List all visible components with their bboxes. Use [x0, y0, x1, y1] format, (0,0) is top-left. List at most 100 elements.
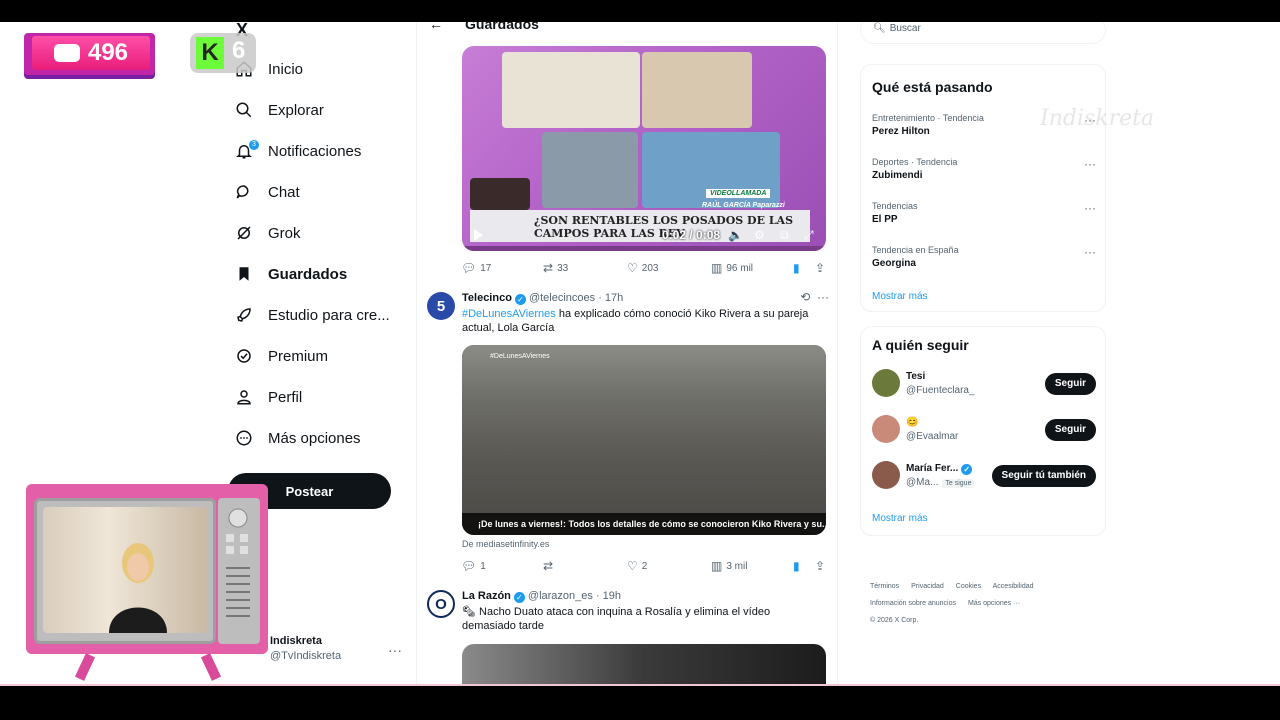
nav-item-explorar[interactable]: Explorar: [232, 94, 324, 126]
follow-name-row: María Fer... ✓: [906, 463, 975, 475]
retweet-button[interactable]: ⇄: [543, 559, 557, 573]
profile-more-button[interactable]: ···: [388, 642, 402, 658]
author-handle[interactable]: @telecincoes: [529, 292, 595, 304]
avatar[interactable]: [872, 461, 900, 489]
trend-item[interactable]: Deportes · Tendencia Zubimendi ···: [872, 157, 1096, 181]
bookmark-button[interactable]: ▮: [793, 559, 804, 573]
more-icon[interactable]: ···: [1084, 245, 1096, 259]
nav-label: Notificaciones: [268, 142, 362, 160]
nav-item-guardados[interactable]: Guardados: [232, 258, 347, 290]
avatar[interactable]: 5: [427, 292, 455, 320]
footer-link[interactable]: Más opciones ···: [968, 600, 1020, 607]
author-name[interactable]: La Razón: [462, 590, 511, 602]
nav-item-grok[interactable]: Grok: [232, 217, 301, 249]
volume-icon[interactable]: 🔈: [728, 228, 743, 242]
trend-item[interactable]: Tendencia en España Georgina ···: [872, 245, 1096, 269]
nav-item-notificaciones[interactable]: 3 Notificaciones: [232, 135, 361, 167]
follow-button[interactable]: Seguir: [1044, 373, 1096, 395]
follow-suggestion[interactable]: 😊 @Evaalmar Seguir: [872, 415, 1096, 445]
reply-icon: 💬︎: [461, 559, 477, 573]
trend-title: Georgina: [872, 258, 916, 269]
nav-item-chat[interactable]: Chat: [232, 176, 300, 208]
show-more-link[interactable]: Mostrar más: [872, 513, 928, 524]
follow-back-button[interactable]: Seguir tú también: [991, 465, 1096, 487]
premium-icon: [232, 344, 256, 368]
video-badge: VIDEOLLAMADA: [706, 189, 771, 198]
footer-link[interactable]: Información sobre anuncios: [870, 600, 956, 607]
nav-item-premium[interactable]: Premium: [232, 340, 328, 372]
profile-switcher[interactable]: Indiskreta @TvIndiskreta: [270, 635, 341, 662]
video-frame-tile: [642, 52, 752, 128]
author-handle[interactable]: @larazon_es: [528, 590, 593, 602]
bell-icon: 3: [232, 139, 259, 163]
share-button[interactable]: ⇪: [815, 559, 829, 573]
author-name[interactable]: Telecinco: [462, 292, 512, 304]
profile-name: Indiskreta: [270, 635, 322, 647]
views-button[interactable]: ▥ 3 mil: [711, 559, 747, 573]
like-button[interactable]: ♡ 2: [627, 559, 647, 573]
tweet-time: 17h: [604, 292, 624, 304]
share-icon: ⇪: [815, 261, 826, 275]
like-count: 203: [641, 262, 659, 274]
trends-title: Qué está pasando: [872, 79, 993, 95]
more-icon[interactable]: ···: [1084, 157, 1096, 171]
video-frame-tile: [542, 132, 638, 208]
retweet-icon: ⇄: [543, 559, 554, 573]
tweet-image[interactable]: [462, 644, 826, 684]
airport-photo: [462, 345, 826, 535]
bookmark-button[interactable]: ▮: [793, 261, 804, 275]
trend-meta: Deportes · Tendencia: [872, 157, 958, 167]
person-icon: [232, 385, 256, 409]
footer-link[interactable]: Privacidad: [911, 583, 944, 590]
views-button[interactable]: ▥ 96 mil: [711, 261, 753, 275]
follows-you-badge: Te sigue: [942, 479, 975, 488]
fullscreen-icon[interactable]: ⤢: [804, 228, 814, 243]
heart-icon: ♡: [627, 559, 638, 573]
nav-label: Estudio para cre...: [268, 306, 390, 324]
link-card-image[interactable]: #DeLunesAViernes ¡De lunes a viernes!: T…: [462, 345, 826, 535]
reply-button[interactable]: 💬︎ 17: [461, 261, 491, 275]
avatar[interactable]: [872, 369, 900, 397]
follow-button[interactable]: Seguir: [1044, 419, 1096, 441]
video-player[interactable]: VIDEOLLAMADA RAÚL GARCÍA Paparazzi ¿SON …: [462, 46, 826, 251]
avatar[interactable]: [872, 415, 900, 443]
more-icon[interactable]: ···: [1084, 201, 1096, 215]
share-button[interactable]: ⇪: [815, 261, 829, 275]
popout-icon[interactable]: ⧉: [780, 228, 789, 243]
settings-icon[interactable]: ⚙: [754, 228, 765, 242]
tweet-more-button[interactable]: ⟲ ···: [800, 290, 829, 304]
hashtag-link[interactable]: #DeLunesAViernes: [462, 308, 556, 320]
footer-link[interactable]: Accesibilidad: [993, 583, 1034, 590]
avatar[interactable]: O: [427, 590, 455, 618]
follow-suggestion[interactable]: Tesi @Fuenteclara_ Seguir: [872, 369, 1096, 399]
video-name-tag: RAÚL GARCÍA Paparazzi: [702, 202, 785, 209]
nav-item-mas-opciones[interactable]: Más opciones: [232, 422, 361, 454]
play-icon[interactable]: [474, 229, 483, 241]
nav-item-perfil[interactable]: Perfil: [232, 381, 302, 413]
media-hashtag: #DeLunesAViernes: [490, 353, 550, 360]
verified-icon: ✓: [961, 464, 973, 475]
footer-link[interactable]: Cookies: [956, 583, 981, 590]
reply-count: 1: [480, 560, 486, 572]
show-more-link[interactable]: Mostrar más: [872, 291, 928, 302]
bookmark-filled-icon: ▮: [793, 559, 800, 573]
back-arrow-icon[interactable]: ←: [429, 22, 443, 32]
video-progress-bar[interactable]: [462, 246, 826, 251]
chat-counter-overlay: 496: [24, 33, 155, 75]
webcam-feed: [43, 507, 207, 633]
follow-suggestion[interactable]: María Fer... ✓ @Ma... Te sigue Seguir tú t…: [872, 461, 1096, 491]
like-button[interactable]: ♡ 203: [627, 261, 658, 275]
retweet-button[interactable]: ⇄ 33: [543, 261, 568, 275]
nav-item-estudio[interactable]: Estudio para cre...: [232, 299, 390, 331]
grok-icon: [232, 221, 256, 245]
footer-link[interactable]: Términos: [870, 583, 899, 590]
search-input[interactable]: 🔍︎ Buscar: [860, 22, 1106, 44]
reply-button[interactable]: 💬︎ 1: [461, 559, 486, 573]
more-circle-icon: [232, 426, 256, 450]
link-source[interactable]: De mediasetinfinity.es: [462, 539, 549, 549]
webcam-tv-frame: [26, 484, 268, 654]
tweet-text: 🗞 Nacho Duato ataca con inquina a Rosalí…: [462, 605, 822, 633]
trend-meta: Tendencia en España: [872, 245, 959, 255]
search-placeholder: Buscar: [889, 23, 921, 34]
trend-item[interactable]: Tendencias El PP ···: [872, 201, 1096, 225]
